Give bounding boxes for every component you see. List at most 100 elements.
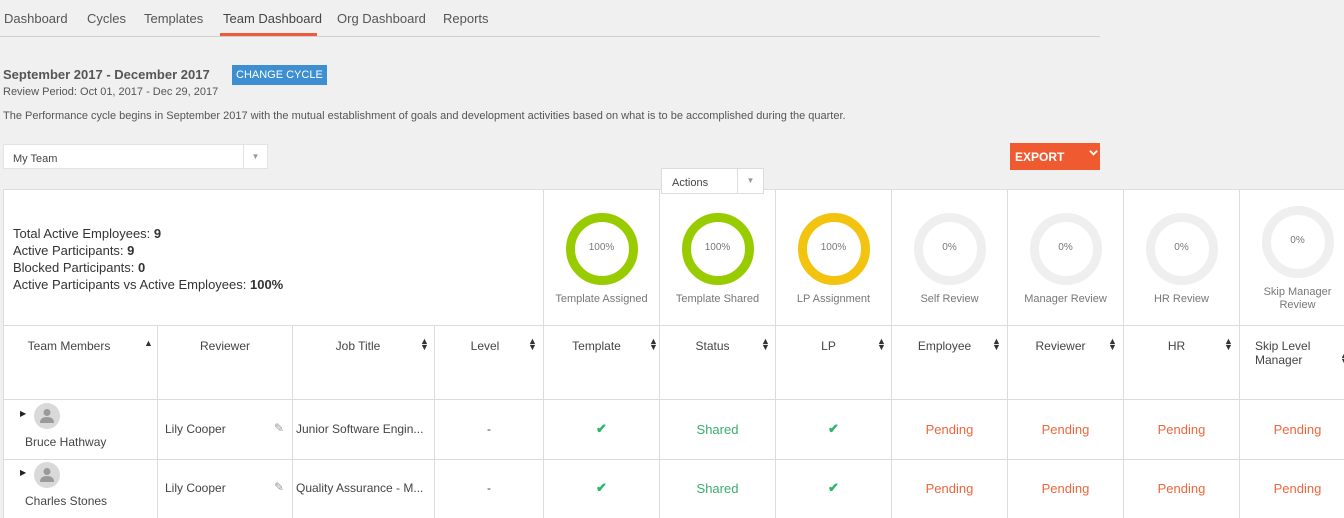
divider [4, 399, 1344, 400]
header-status[interactable]: Status [660, 339, 765, 353]
hr-status: Pending [1157, 481, 1206, 496]
expand-row-icon[interactable]: ▶ [20, 409, 26, 418]
team-select-value: My Team [13, 153, 58, 165]
export-button[interactable]: EXPORT [1010, 143, 1100, 170]
kpi-label: HR Review [1153, 293, 1209, 305]
header-hr[interactable]: HR [1124, 339, 1229, 353]
expand-row-icon[interactable]: ▶ [20, 468, 26, 477]
divider [157, 326, 158, 518]
sort-asc-icon[interactable]: ▲ [144, 339, 153, 348]
sort-icon[interactable]: ▲▼ [992, 337, 1001, 352]
kpi-label: Template Shared [675, 293, 760, 305]
edit-reviewer-icon[interactable]: ✎ [274, 421, 284, 435]
job-title: Quality Assurance - M... [296, 481, 424, 495]
caret-down-icon: ▼ [737, 169, 763, 193]
progress-ring: 100% [681, 213, 754, 285]
total-active-employees: Total Active Employees: 9 [13, 226, 162, 241]
team-select[interactable]: My Team ▼ [3, 144, 268, 169]
top-nav: Dashboard Cycles Templates Team Dashboar… [0, 0, 1100, 37]
skip-level-status: Pending [1273, 481, 1322, 496]
tab-reports[interactable]: Reports [443, 11, 489, 26]
template-check-icon: ✔ [596, 421, 607, 436]
tab-cycles[interactable]: Cycles [87, 11, 126, 26]
caret-down-icon: ▼ [243, 145, 267, 168]
progress-ring: 100% [797, 213, 870, 285]
header-employee[interactable]: Employee [892, 339, 997, 353]
divider [292, 326, 293, 518]
participation-ratio: Active Participants vs Active Employees:… [13, 277, 284, 292]
team-member-name[interactable]: Charles Stones [25, 494, 107, 508]
employee-status: Pending [925, 481, 974, 496]
job-title: Junior Software Engin... [296, 422, 424, 436]
participation-summary: Total Active Employees: 9 Active Partici… [13, 225, 283, 293]
kpi-template-assigned: 100% Template Assigned [544, 190, 659, 326]
active-tab-indicator [220, 33, 317, 36]
sort-icon[interactable]: ▲▼ [420, 337, 429, 352]
status-shared: Shared [696, 422, 739, 437]
edit-reviewer-icon[interactable]: ✎ [274, 480, 284, 494]
blocked-participants: Blocked Participants: 0 [13, 260, 146, 275]
sort-icon[interactable]: ▲▼ [1224, 337, 1233, 352]
sort-icon[interactable]: ▲▼ [1340, 351, 1344, 366]
header-reviewer-status[interactable]: Reviewer [1008, 339, 1113, 353]
header-skip-level-manager[interactable]: Skip Level Manager [1255, 339, 1325, 367]
kpi-label: Self Review [920, 293, 979, 305]
sort-icon[interactable]: ▲▼ [528, 337, 537, 352]
template-check-icon: ✔ [596, 480, 607, 495]
sort-icon[interactable]: ▲▼ [877, 337, 886, 352]
status-shared: Shared [696, 481, 739, 496]
review-period: Review Period: Oct 01, 2017 - Dec 29, 20… [3, 86, 219, 98]
header-reviewer: Reviewer [199, 339, 250, 353]
kpi-hr-review: 0% HR Review [1124, 190, 1239, 326]
kpi-skip-manager-review: 0% Skip Manager Review [1240, 190, 1344, 326]
reviewer-status: Pending [1041, 481, 1090, 496]
reviewer-name: Lily Cooper [165, 422, 226, 436]
header-lp[interactable]: LP [776, 339, 881, 353]
employee-status: Pending [925, 422, 974, 437]
sort-icon[interactable]: ▲▼ [1108, 337, 1117, 352]
reviewer-name: Lily Cooper [165, 481, 226, 495]
header-level[interactable]: Level [435, 339, 535, 353]
progress-ring: 0% [1261, 206, 1334, 278]
change-cycle-button[interactable]: CHANGE CYCLE [232, 65, 327, 85]
tab-team-dashboard[interactable]: Team Dashboard [223, 11, 322, 26]
kpi-label: Template Assigned [555, 293, 648, 305]
kpi-label: Skip Manager Review [1263, 286, 1332, 311]
header-template[interactable]: Template [544, 339, 649, 353]
cycle-description: The Performance cycle begins in Septembe… [3, 110, 846, 122]
tab-org-dashboard[interactable]: Org Dashboard [337, 11, 426, 26]
tab-dashboard[interactable]: Dashboard [4, 11, 68, 26]
hr-status: Pending [1157, 422, 1206, 437]
avatar [34, 403, 60, 429]
divider [4, 459, 1344, 460]
kpi-lp-assignment: 100% LP Assignment [776, 190, 891, 326]
export-label: EXPORT [1015, 150, 1065, 164]
kpi-self-review: 0% Self Review [892, 190, 1007, 326]
progress-ring: 0% [913, 213, 986, 285]
skip-level-status: Pending [1273, 422, 1322, 437]
team-member-name[interactable]: Bruce Hathway [25, 435, 106, 449]
lp-check-icon: ✔ [828, 480, 839, 495]
kpi-template-shared: 100% Template Shared [660, 190, 775, 326]
chevron-down-icon [1089, 148, 1098, 160]
kpi-label: LP Assignment [796, 293, 871, 305]
status-actions-select[interactable]: Actions ▼ [661, 168, 764, 194]
actions-select-value: Actions [672, 177, 709, 189]
sort-icon[interactable]: ▲▼ [761, 337, 770, 352]
kpi-manager-review: 0% Manager Review [1008, 190, 1123, 326]
header-job-title[interactable]: Job Title [293, 339, 423, 353]
header-team-members[interactable]: Team Members [4, 339, 134, 353]
lp-check-icon: ✔ [828, 421, 839, 436]
cycle-title: September 2017 - December 2017 [3, 67, 210, 82]
sort-icon[interactable]: ▲▼ [649, 337, 658, 352]
progress-ring: 0% [1029, 213, 1102, 285]
progress-ring: 100% [565, 213, 638, 285]
reviewer-status: Pending [1041, 422, 1090, 437]
progress-ring: 0% [1145, 213, 1218, 285]
kpi-label: Manager Review [1024, 293, 1107, 305]
level: - [487, 481, 491, 495]
level: - [487, 422, 491, 436]
tab-templates[interactable]: Templates [144, 11, 203, 26]
avatar [34, 462, 60, 488]
active-participants: Active Participants: 9 [13, 243, 135, 258]
